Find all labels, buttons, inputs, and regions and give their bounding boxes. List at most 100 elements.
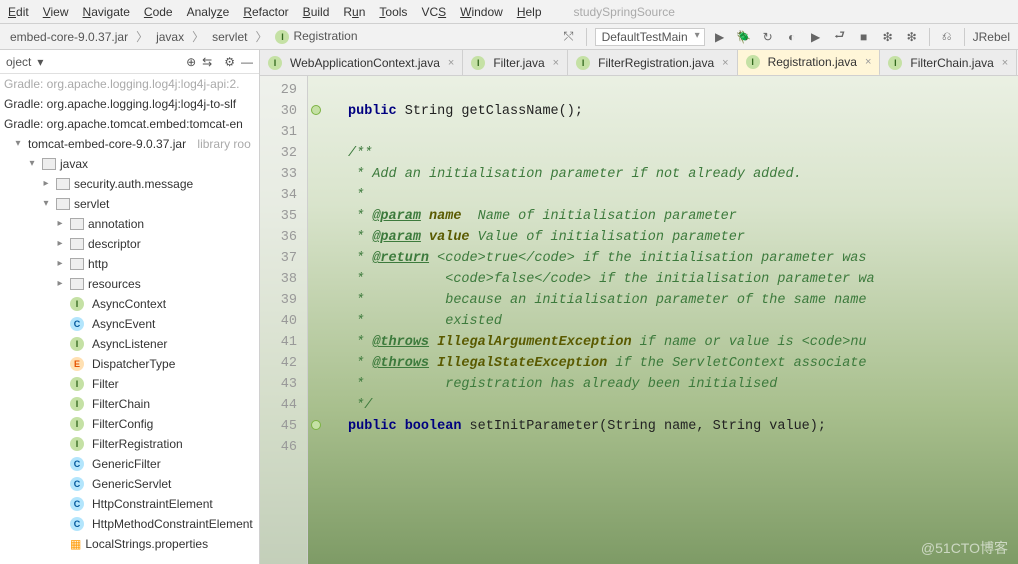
menu-view[interactable]: View bbox=[43, 5, 69, 19]
run-config-select[interactable]: DefaultTestMain bbox=[595, 28, 705, 46]
close-icon[interactable]: × bbox=[722, 57, 728, 69]
build-icon[interactable]: ⤲ bbox=[560, 28, 578, 46]
tab-FilterChain.java[interactable]: IFilterChain.java× bbox=[880, 50, 1017, 76]
tree-pkg-descriptor[interactable]: ▸ descriptor bbox=[0, 234, 259, 254]
tree-pkg-annotation[interactable]: ▸ annotation bbox=[0, 214, 259, 234]
chevron-right-icon[interactable]: ▸ bbox=[54, 214, 66, 234]
interface-icon: I bbox=[275, 30, 289, 44]
close-icon[interactable]: × bbox=[865, 56, 871, 68]
tree-pkg-http[interactable]: ▸ http bbox=[0, 254, 259, 274]
menu-refactor[interactable]: Refactor bbox=[243, 5, 288, 19]
stop-button[interactable]: ■ bbox=[855, 28, 873, 46]
tree-pkg-javax[interactable]: ▾ javax bbox=[0, 154, 259, 174]
tree-pkg-servlet[interactable]: ▾ servlet bbox=[0, 194, 259, 214]
profile-button[interactable]: ◐ bbox=[783, 28, 801, 46]
watermark: @51CTO博客 bbox=[921, 538, 1008, 558]
tree-jar[interactable]: ▾ tomcat-embed-core-9.0.37.jar library r… bbox=[0, 134, 259, 154]
tree-class-GenericFilter[interactable]: CGenericFilter bbox=[0, 454, 259, 474]
menu-analyze[interactable]: Analyze bbox=[187, 5, 230, 19]
project-view-label[interactable]: oject bbox=[6, 55, 31, 69]
chevron-down-icon[interactable]: ▾ bbox=[12, 134, 24, 154]
line-number: 46 bbox=[260, 437, 307, 458]
tree-class-AsyncEvent[interactable]: CAsyncEvent bbox=[0, 314, 259, 334]
gear-icon[interactable]: ⚙ bbox=[224, 55, 235, 69]
tab-Filter.java[interactable]: IFilter.java× bbox=[463, 50, 568, 76]
line-number: 30 bbox=[260, 101, 307, 122]
jrebel-label[interactable]: JRebel bbox=[973, 30, 1010, 44]
close-icon[interactable]: × bbox=[553, 57, 559, 69]
chevron-down-icon[interactable]: ▾ bbox=[26, 154, 38, 174]
line-number: 36 bbox=[260, 227, 307, 248]
tree-class-Filter[interactable]: IFilter bbox=[0, 374, 259, 394]
tree-pkg-security[interactable]: ▸ security.auth.message bbox=[0, 174, 259, 194]
tab-WebApplicationContext.java[interactable]: IWebApplicationContext.java× bbox=[260, 50, 463, 76]
project-tree[interactable]: Gradle: org.apache.logging.log4j:log4j-a… bbox=[0, 74, 259, 564]
crumb-pkg1[interactable]: javax bbox=[152, 28, 188, 46]
chevron-right-icon[interactable]: ▸ bbox=[54, 274, 66, 294]
menu-help[interactable]: Help bbox=[517, 5, 542, 19]
chevron-right-icon[interactable]: ▸ bbox=[54, 234, 66, 254]
debug-button[interactable]: 🪲 bbox=[735, 28, 753, 46]
menu-run[interactable]: Run bbox=[343, 5, 365, 19]
tree-class-HttpConstraintElement[interactable]: CHttpConstraintElement bbox=[0, 494, 259, 514]
crumb-pkg2[interactable]: servlet bbox=[208, 28, 251, 46]
jrebel-run-icon[interactable]: ❇ bbox=[879, 28, 897, 46]
tree-lib-2[interactable]: Gradle: org.apache.logging.log4j:log4j-t… bbox=[0, 94, 259, 114]
interface-icon: I bbox=[576, 56, 590, 70]
tree-class-AsyncContext[interactable]: IAsyncContext bbox=[0, 294, 259, 314]
tree-class-FilterRegistration[interactable]: IFilterRegistration bbox=[0, 434, 259, 454]
type-icon: C bbox=[70, 317, 84, 331]
git-icon[interactable]: ⎌ bbox=[938, 28, 956, 46]
menu-bar: Edit View Navigate Code Analyze Refactor… bbox=[0, 0, 1018, 24]
type-icon: I bbox=[70, 297, 84, 311]
attach-icon[interactable]: ⮐ bbox=[831, 28, 849, 46]
tree-pkg-resources[interactable]: ▸ resources bbox=[0, 274, 259, 294]
code-lines[interactable]: public String getClassName(); /** * Add … bbox=[308, 76, 1018, 564]
chevron-right-icon[interactable]: ▸ bbox=[40, 174, 52, 194]
line-number: 31 bbox=[260, 122, 307, 143]
run-button[interactable]: ▶ bbox=[711, 28, 729, 46]
menu-tools[interactable]: Tools bbox=[379, 5, 407, 19]
properties-icon: ▦ bbox=[70, 534, 81, 554]
type-icon: I bbox=[70, 417, 84, 431]
tree-class-HttpMethodConstraintElement[interactable]: CHttpMethodConstraintElement bbox=[0, 514, 259, 534]
jrebel-debug-icon[interactable]: ❇ bbox=[903, 28, 921, 46]
project-name: studySpringSource bbox=[574, 5, 675, 19]
line-number: 45 bbox=[260, 416, 307, 437]
tree-class-AsyncListener[interactable]: IAsyncListener bbox=[0, 334, 259, 354]
menu-navigate[interactable]: Navigate bbox=[83, 5, 130, 19]
menu-vcs[interactable]: VCS bbox=[421, 5, 446, 19]
tree-file-props[interactable]: ▦ LocalStrings.properties bbox=[0, 534, 259, 554]
tab-Registration.java[interactable]: IRegistration.java× bbox=[738, 50, 881, 76]
flatten-icon[interactable]: ⊕ bbox=[186, 55, 196, 69]
tree-lib-1[interactable]: Gradle: org.apache.logging.log4j:log4j-a… bbox=[0, 74, 259, 94]
gutter-mark-icon[interactable] bbox=[311, 105, 321, 115]
options-icon[interactable]: ⇆ bbox=[202, 55, 212, 69]
tree-lib-3[interactable]: Gradle: org.apache.tomcat.embed:tomcat-e… bbox=[0, 114, 259, 134]
menu-window[interactable]: Window bbox=[460, 5, 503, 19]
chevron-down-icon[interactable]: ▾ bbox=[40, 194, 52, 214]
crumb-jar[interactable]: embed-core-9.0.37.jar bbox=[6, 28, 132, 46]
tree-class-FilterConfig[interactable]: IFilterConfig bbox=[0, 414, 259, 434]
menu-code[interactable]: Code bbox=[144, 5, 173, 19]
tree-class-GenericServlet[interactable]: CGenericServlet bbox=[0, 474, 259, 494]
tree-class-DispatcherType[interactable]: EDispatcherType bbox=[0, 354, 259, 374]
chevron-right-icon[interactable]: ▸ bbox=[54, 254, 66, 274]
hide-icon[interactable]: — bbox=[241, 55, 253, 69]
close-icon[interactable]: × bbox=[448, 57, 454, 69]
gutter-mark-icon[interactable] bbox=[311, 420, 321, 430]
interface-icon: I bbox=[268, 56, 282, 70]
type-icon: C bbox=[70, 457, 84, 471]
tree-class-FilterChain[interactable]: IFilterChain bbox=[0, 394, 259, 414]
type-icon: I bbox=[70, 377, 84, 391]
menu-edit[interactable]: Edit bbox=[8, 5, 29, 19]
close-icon[interactable]: × bbox=[1002, 57, 1008, 69]
line-number: 40 bbox=[260, 311, 307, 332]
coverage-button[interactable]: ↻ bbox=[759, 28, 777, 46]
run-anything-icon[interactable]: ▶ bbox=[807, 28, 825, 46]
folder-icon bbox=[56, 198, 70, 210]
tab-FilterRegistration.java[interactable]: IFilterRegistration.java× bbox=[568, 50, 737, 76]
code-editor[interactable]: 293031323334353637383940414243444546 pub… bbox=[260, 76, 1018, 564]
crumb-class[interactable]: IRegistration bbox=[271, 27, 361, 46]
menu-build[interactable]: Build bbox=[303, 5, 330, 19]
